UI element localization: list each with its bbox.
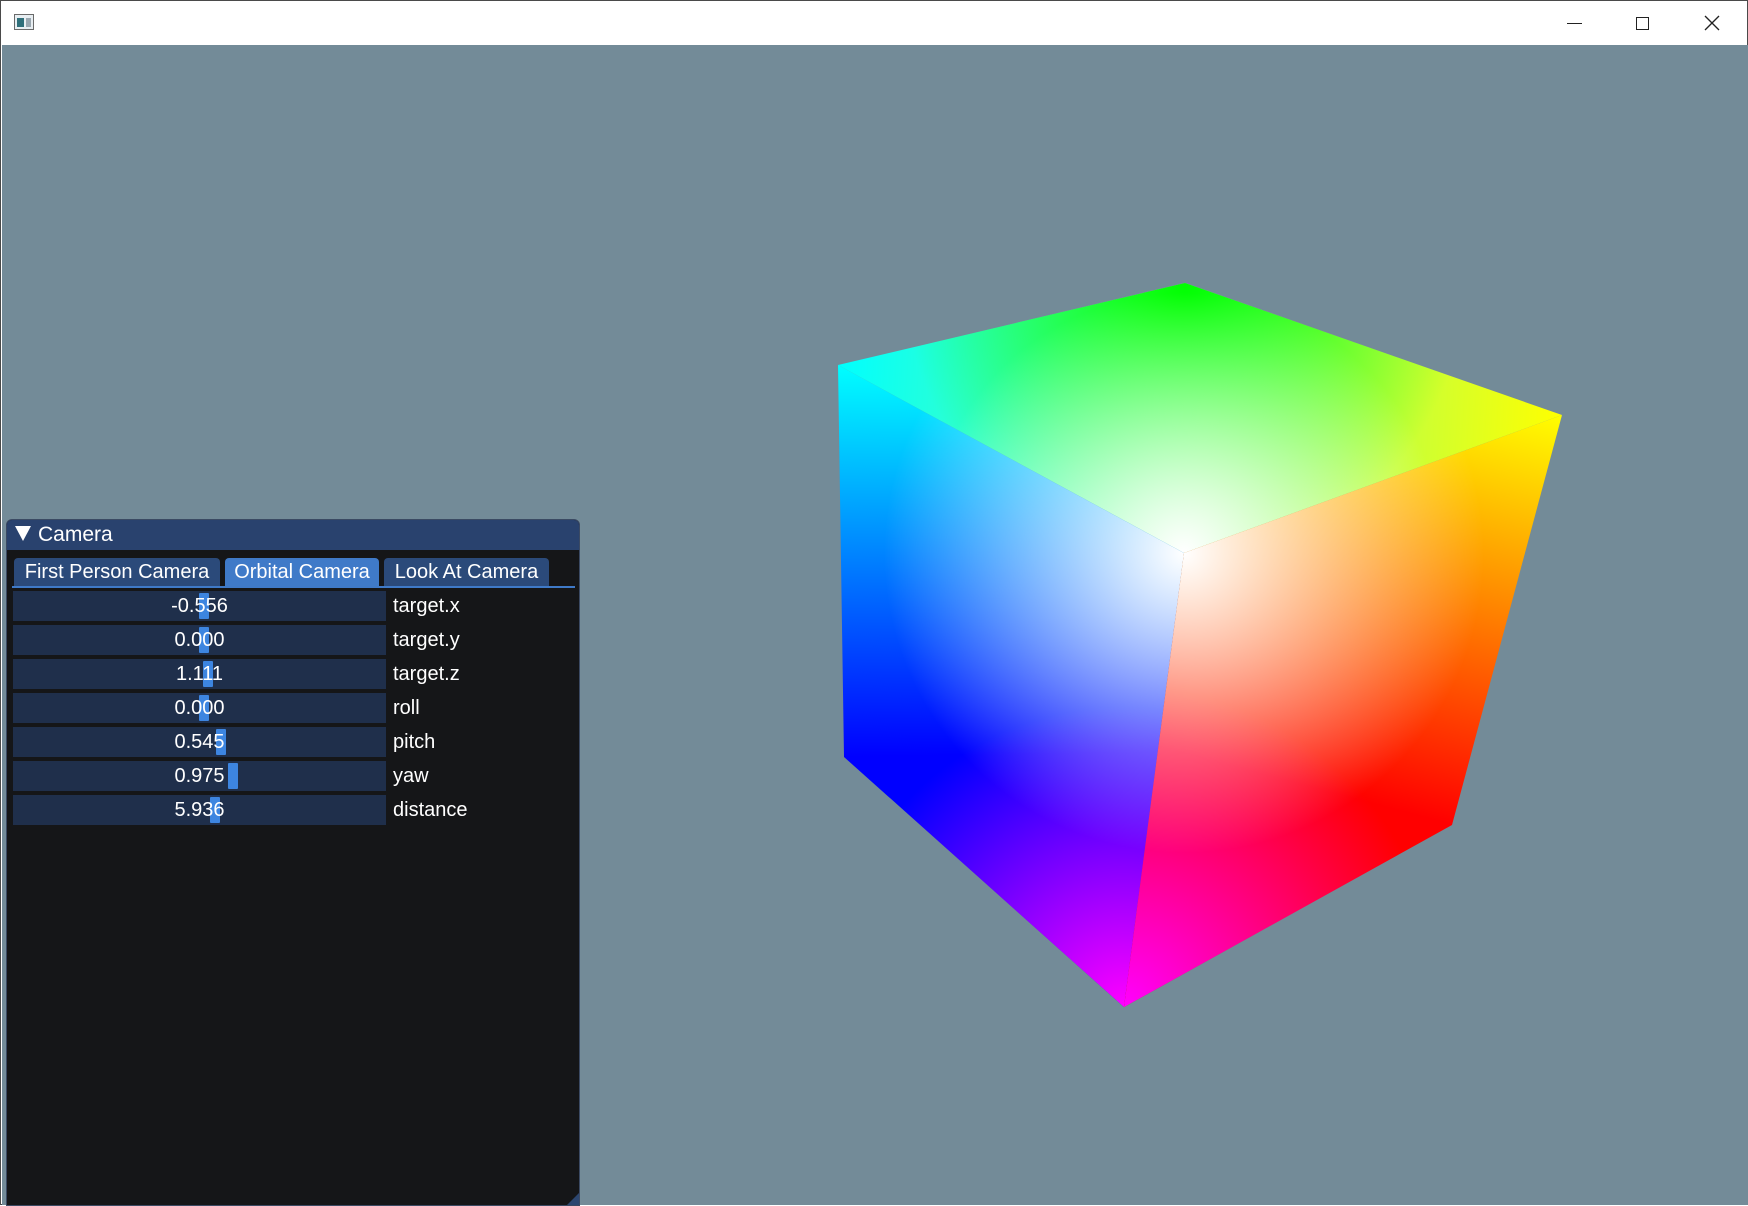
title-bar[interactable] <box>1 1 1747 45</box>
field-row-distance: 5.936 distance <box>13 795 573 825</box>
target-y-label: target.y <box>393 629 460 651</box>
roll-label: roll <box>393 697 420 719</box>
target-x-drag[interactable]: -0.556 <box>13 591 386 621</box>
target-z-label: target.z <box>393 663 460 685</box>
pitch-value: 0.545 <box>174 731 225 753</box>
yaw-drag[interactable]: 0.975 <box>13 761 386 791</box>
maximize-icon <box>1635 16 1649 30</box>
field-row-target-z: 1.111 target.z <box>13 659 573 689</box>
target-x-value: -0.556 <box>171 595 228 617</box>
field-row-target-y: 0.000 target.y <box>13 625 573 655</box>
close-button[interactable] <box>1677 1 1747 45</box>
field-row-target-x: -0.556 target.x <box>13 591 573 621</box>
roll-drag[interactable]: 0.000 <box>13 693 386 723</box>
close-icon <box>1704 15 1720 31</box>
tab-orbital-camera[interactable]: Orbital Camera <box>225 558 379 586</box>
field-row-yaw: 0.975 yaw <box>13 761 573 791</box>
distance-drag[interactable]: 5.936 <box>13 795 386 825</box>
maximize-button[interactable] <box>1607 1 1677 45</box>
target-y-drag[interactable]: 0.000 <box>13 625 386 655</box>
distance-value: 5.936 <box>174 799 225 821</box>
tab-underline <box>12 586 575 588</box>
target-x-label: target.x <box>393 595 460 617</box>
tab-first-person-camera[interactable]: First Person Camera <box>14 558 220 586</box>
yaw-value: 0.975 <box>174 765 225 787</box>
camera-panel-title: Camera <box>38 523 113 546</box>
pitch-drag[interactable]: 0.545 <box>13 727 386 757</box>
pitch-label: pitch <box>393 731 436 753</box>
field-row-roll: 0.000 roll <box>13 693 573 723</box>
app-window: Camera First Person Camera Orbital Camer… <box>0 0 1748 1206</box>
drag-grab-handle <box>228 763 238 789</box>
resize-grip[interactable] <box>567 1193 579 1205</box>
field-row-pitch: 0.545 pitch <box>13 727 573 757</box>
roll-value: 0.000 <box>174 697 225 719</box>
distance-label: distance <box>393 799 468 821</box>
minimize-icon <box>1566 22 1582 24</box>
target-z-value: 1.111 <box>175 663 224 685</box>
collapse-arrow-icon[interactable] <box>15 526 31 541</box>
orbital-camera-fields: -0.556 target.x 0.000 target.y 1.111 tar… <box>13 591 573 829</box>
tab-look-at-camera[interactable]: Look At Camera <box>384 558 549 586</box>
target-y-value: 0.000 <box>174 629 225 651</box>
minimize-button[interactable] <box>1539 1 1609 45</box>
camera-panel-header[interactable]: Camera <box>7 520 579 550</box>
camera-panel[interactable]: Camera First Person Camera Orbital Camer… <box>6 519 580 1206</box>
app-icon <box>14 14 34 30</box>
target-z-drag[interactable]: 1.111 <box>13 659 386 689</box>
yaw-label: yaw <box>393 765 429 787</box>
